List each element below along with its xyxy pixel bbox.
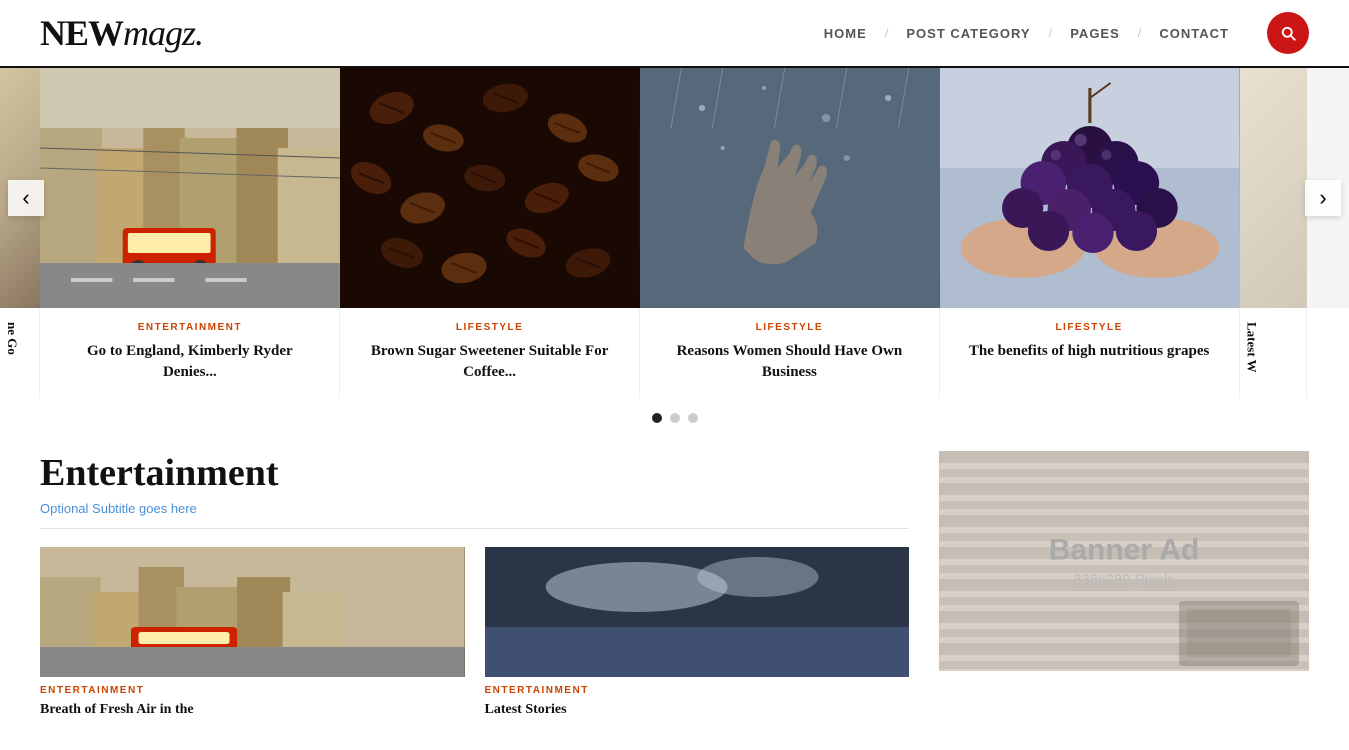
main-nav: HOME / POST CATEGORY / PAGES / CONTACT [806,12,1309,54]
caption-title-grapes: The benefits of high nutritious grapes [960,341,1219,362]
caption-category-coffee: LIFESTYLE [360,322,619,333]
caption-title-partial-right: Latest W [1244,322,1260,373]
nav-pages[interactable]: PAGES [1052,26,1138,41]
carousel-images [0,68,1349,308]
sidebar: Banner Ad 336x280 Pixels [939,451,1309,720]
article-1-title: Breath of Fresh Air in the [40,700,465,720]
caption-category-city: ENTERTAINMENT [60,322,319,333]
caption-title-city: Go to England, Kimberly Ryder Denies... [60,341,319,383]
nav-home[interactable]: HOME [806,26,885,41]
article-1[interactable]: ENTERTAINMENT Breath of Fresh Air in the [40,547,465,720]
caption-title-rain: Reasons Women Should Have Own Business [660,341,919,383]
slide-img-rain [640,68,940,308]
slide-coffee [340,68,640,308]
slide-partial-right [1240,68,1307,308]
article-2-title: Latest Stories [485,700,910,720]
carousel-dot-1[interactable] [652,413,662,423]
slide-grapes [940,68,1240,308]
caption-title-partial-left: ne Go [4,322,20,355]
slide-img-partial-right [1240,68,1307,308]
captions-row: ne Go ENTERTAINMENT Go to England, Kimbe… [0,308,1349,399]
site-logo[interactable]: NEWmagz. [40,12,203,54]
main-content: Entertainment Optional Subtitle goes her… [0,441,1349,750]
caption-category-rain: LIFESTYLE [660,322,919,333]
search-button[interactable] [1267,12,1309,54]
section-title-entertainment: Entertainment [40,451,909,495]
article-2[interactable]: ENTERTAINMENT Latest Stories [485,547,910,720]
caption-partial-right: Latest W [1240,308,1307,399]
slide-img-grapes [940,68,1240,308]
article-img-2 [485,547,910,677]
site-header: NEWmagz. HOME / POST CATEGORY / PAGES / … [0,0,1349,68]
caption-city[interactable]: ENTERTAINMENT Go to England, Kimberly Ry… [40,308,340,399]
caption-title-coffee: Brown Sugar Sweetener Suitable For Coffe… [360,341,619,383]
section-subtitle: Optional Subtitle goes here [40,501,909,529]
articles-row: ENTERTAINMENT Breath of Fresh Air in the [40,547,909,720]
slide-city [40,68,340,308]
nav-contact[interactable]: CONTACT [1141,26,1247,41]
caption-coffee[interactable]: LIFESTYLE Brown Sugar Sweetener Suitable… [340,308,640,399]
subtitle-link[interactable]: Subtitle goes here [92,501,197,516]
carousel-next-button[interactable]: › [1305,180,1341,216]
nav-post-category[interactable]: POST CATEGORY [888,26,1048,41]
content-left: Entertainment Optional Subtitle goes her… [40,451,909,720]
article-img-1 [40,547,465,677]
carousel-dots [0,399,1349,441]
carousel: ‹ [0,68,1349,308]
banner-ad-sub: 336x280 Pixels [1049,572,1200,589]
slide-img-city [40,68,340,308]
slide-rain [640,68,940,308]
caption-category-grapes: LIFESTYLE [960,322,1219,333]
caption-rain[interactable]: LIFESTYLE Reasons Women Should Have Own … [640,308,940,399]
article-2-category: ENTERTAINMENT [485,685,910,696]
carousel-dot-2[interactable] [670,413,680,423]
search-icon [1279,24,1297,42]
caption-partial-left: ne Go [0,308,40,399]
carousel-prev-button[interactable]: ‹ [8,180,44,216]
carousel-dot-3[interactable] [688,413,698,423]
subtitle-plain: Optional [40,501,92,516]
article-1-category: ENTERTAINMENT [40,685,465,696]
banner-ad-title: Banner Ad [1049,534,1200,568]
banner-ad[interactable]: Banner Ad 336x280 Pixels [939,451,1309,671]
caption-grapes[interactable]: LIFESTYLE The benefits of high nutritiou… [940,308,1240,399]
slide-img-coffee [340,68,640,308]
